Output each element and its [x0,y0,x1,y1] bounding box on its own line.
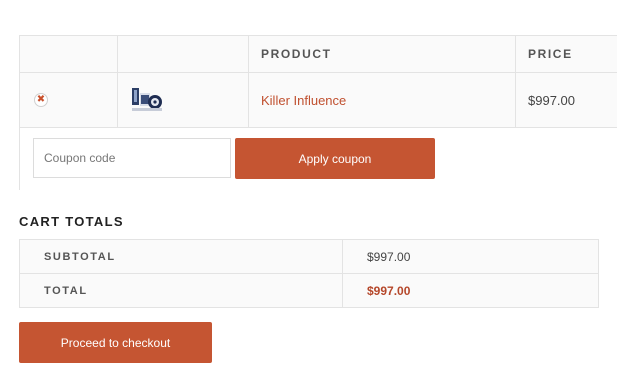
total-label: TOTAL [20,274,343,307]
item-name-cell: Killer Influence [249,73,516,127]
coupon-code-input[interactable] [33,138,231,178]
header-product-cell: PRODUCT [249,36,516,72]
item-price-cell: $997.00 [516,73,617,127]
remove-item-button[interactable]: ✖ [34,93,48,107]
cart-table-header: PRODUCT PRICE [20,36,617,73]
product-thumbnail-icon[interactable] [130,85,164,115]
product-price: $997.00 [528,92,575,108]
subtotal-label: SUBTOTAL [20,240,343,273]
apply-coupon-button[interactable]: Apply coupon [235,138,435,179]
header-thumbnail-cell [118,36,249,72]
header-price-label: PRICE [528,47,573,61]
proceed-to-checkout-button[interactable]: Proceed to checkout [19,322,212,363]
subtotal-value: $997.00 [367,249,411,264]
product-name-link[interactable]: Killer Influence [249,93,346,108]
item-thumbnail-cell [118,73,249,127]
cart-totals-title: CART TOTALS [19,214,124,229]
total-value: $997.00 [367,283,411,298]
cart-table: PRODUCT PRICE ✖ Killer Influence $997.00… [19,35,617,190]
header-remove-cell [20,36,118,72]
cart-item-row: ✖ Killer Influence $997.00 [20,73,617,128]
subtotal-row: SUBTOTAL $997.00 [20,240,598,274]
header-product-label: PRODUCT [261,47,332,61]
header-price-cell: PRICE [516,36,617,72]
cart-page: PRODUCT PRICE ✖ Killer Influence $997.00… [0,0,617,387]
cart-totals-table: SUBTOTAL $997.00 TOTAL $997.00 [19,239,599,308]
cart-actions-row: Apply coupon [20,128,617,190]
item-remove-cell: ✖ [20,73,118,127]
total-row: TOTAL $997.00 [20,274,598,307]
